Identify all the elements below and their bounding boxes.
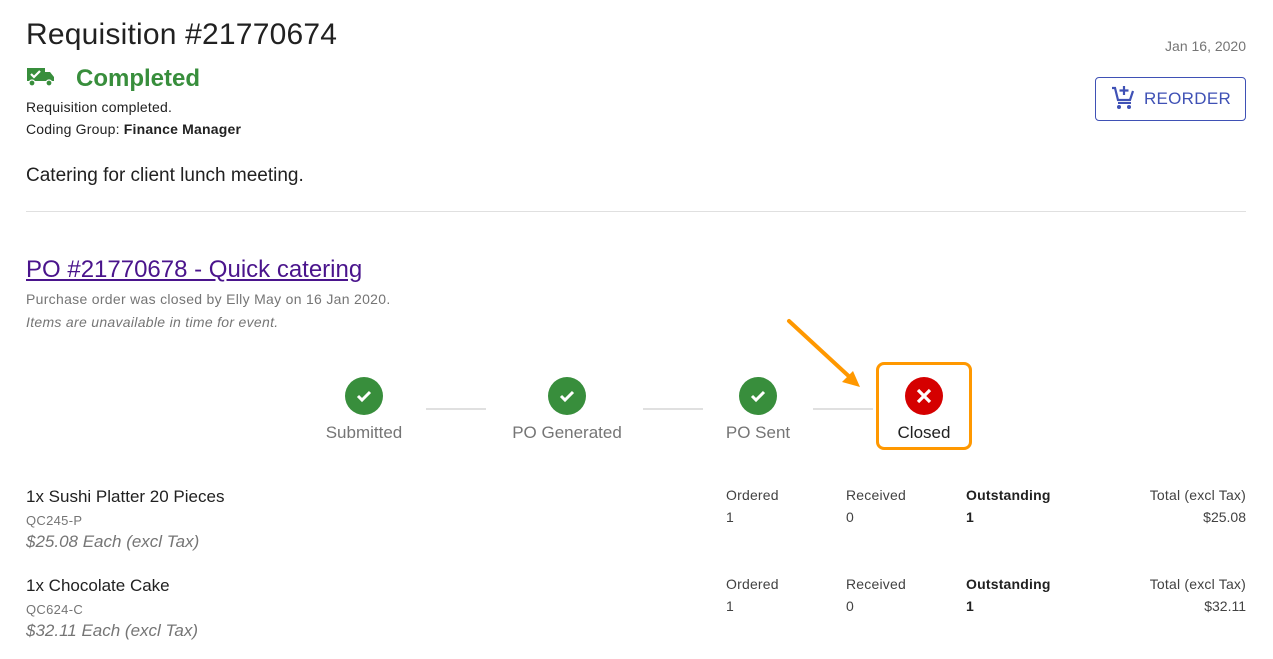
step-label: PO Generated bbox=[512, 423, 622, 442]
item-unit-price: $32.11 Each (excl Tax) bbox=[26, 621, 198, 640]
po-link[interactable]: PO #21770678 - Quick catering bbox=[26, 256, 362, 284]
ordered-value: 1 bbox=[726, 509, 734, 525]
check-icon bbox=[739, 377, 777, 415]
total-label: Total (excl Tax) bbox=[1149, 576, 1246, 592]
outstanding-value: 1 bbox=[966, 598, 974, 614]
item-sku: QC245-P bbox=[26, 513, 83, 528]
outstanding-label: Outstanding bbox=[966, 576, 1051, 592]
total-column: Total (excl Tax) $25.08 bbox=[1150, 487, 1246, 525]
outstanding-column: Outstanding 1 bbox=[966, 576, 1051, 614]
total-value: $25.08 bbox=[1203, 509, 1246, 525]
requisition-description: Catering for client lunch meeting. bbox=[26, 165, 304, 186]
line-item: 1x Chocolate Cake QC624-C $32.11 Each (e… bbox=[26, 576, 198, 641]
reorder-button[interactable]: REORDER bbox=[1095, 77, 1246, 121]
total-value: $32.11 bbox=[1204, 598, 1246, 614]
ordered-column: Ordered 1 bbox=[726, 487, 779, 525]
status-row: Completed bbox=[26, 64, 200, 93]
requisition-note: Requisition completed. bbox=[26, 99, 173, 115]
received-label: Received bbox=[846, 576, 906, 592]
check-icon bbox=[548, 377, 586, 415]
highlight-box bbox=[876, 362, 972, 450]
outstanding-label: Outstanding bbox=[966, 487, 1051, 503]
step-connector bbox=[426, 408, 486, 410]
coding-group-label: Coding Group: bbox=[26, 121, 120, 137]
ordered-label: Ordered bbox=[726, 487, 779, 503]
step-label: Submitted bbox=[325, 423, 403, 442]
received-label: Received bbox=[846, 487, 906, 503]
annotation-arrow-icon bbox=[780, 315, 870, 400]
line-item: 1x Sushi Platter 20 Pieces QC245-P $25.0… bbox=[26, 487, 224, 552]
ordered-label: Ordered bbox=[726, 576, 779, 592]
received-value: 0 bbox=[846, 509, 854, 525]
total-column: Total (excl Tax) $32.11 bbox=[1150, 576, 1246, 614]
page-title: Requisition #21770674 bbox=[26, 18, 338, 51]
outstanding-column: Outstanding 1 bbox=[966, 487, 1051, 525]
received-column: Received 0 bbox=[846, 487, 906, 525]
ordered-value: 1 bbox=[726, 598, 734, 614]
item-sku: QC624-C bbox=[26, 602, 84, 617]
requisition-date: Jan 16, 2020 bbox=[1165, 38, 1246, 54]
step-connector bbox=[813, 408, 873, 410]
received-value: 0 bbox=[846, 598, 854, 614]
reorder-label: REORDER bbox=[1143, 89, 1232, 108]
item-unit-price: $25.08 Each (excl Tax) bbox=[26, 532, 200, 551]
coding-group-value: Finance Manager bbox=[123, 121, 242, 137]
coding-group: Coding Group: Finance Manager bbox=[26, 121, 241, 137]
step-connector bbox=[643, 408, 703, 410]
check-icon bbox=[345, 377, 383, 415]
status-label: Completed bbox=[76, 64, 201, 92]
item-name: 1x Sushi Platter 20 Pieces bbox=[26, 487, 225, 506]
step-submitted: Submitted bbox=[314, 377, 414, 443]
po-close-reason: Items are unavailable in time for event. bbox=[26, 314, 279, 330]
received-column: Received 0 bbox=[846, 576, 906, 614]
step-label: PO Sent bbox=[725, 423, 791, 442]
truck-check-icon bbox=[26, 64, 56, 93]
step-po-generated: PO Generated bbox=[497, 377, 637, 443]
total-label: Total (excl Tax) bbox=[1149, 487, 1246, 503]
po-closed-note: Purchase order was closed by Elly May on… bbox=[26, 291, 391, 307]
item-name: 1x Chocolate Cake bbox=[26, 576, 170, 595]
ordered-column: Ordered 1 bbox=[726, 576, 779, 614]
divider bbox=[26, 211, 1246, 212]
cart-plus-icon bbox=[1110, 84, 1144, 115]
outstanding-value: 1 bbox=[966, 509, 974, 525]
